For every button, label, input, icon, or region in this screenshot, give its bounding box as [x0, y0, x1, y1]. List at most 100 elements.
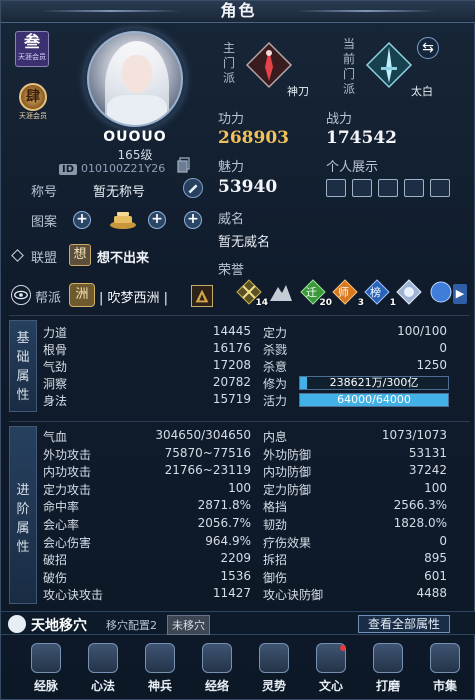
basic-left-label: 力道: [43, 326, 68, 340]
shi-honor-icon[interactable]: 师 3: [332, 279, 364, 308]
zhanli-label: 战力: [326, 112, 353, 127]
bottom-nav: 经脉 心法 神兵 经络 灵势 文心 打磨 市集: [1, 639, 475, 700]
market-icon: [430, 643, 460, 673]
advanced-attributes-tab[interactable]: 进 阶 属 性: [9, 426, 37, 604]
basic-right-label: 定力: [263, 326, 288, 340]
main-sect-name: 神刀: [287, 85, 309, 98]
gold-pattern-icon[interactable]: [108, 209, 138, 231]
nav-label: 神兵: [147, 679, 172, 693]
adv-right-label: 定力防御: [263, 482, 312, 497]
advanced-tab-char-3: 属: [16, 521, 30, 536]
nav-label: 市集: [432, 679, 457, 693]
adv-left-value: 75870~77516: [164, 445, 251, 460]
basic-left-value: 17208: [212, 358, 251, 372]
nav-label: 文心: [318, 679, 343, 693]
crystal-honor-icon[interactable]: [396, 279, 422, 305]
adv-right-label: 御伤: [263, 570, 288, 585]
nav-meridian[interactable]: 经脉: [23, 643, 69, 697]
blue-orb-honor-icon[interactable]: [428, 279, 454, 305]
add-pattern-button-3[interactable]: +: [184, 211, 202, 229]
acupoint-config[interactable]: 移穴配置2: [106, 617, 157, 633]
honor-row: 14 迁 20 师 3 榜 1: [176, 279, 472, 309]
membership-badge-glyph: 叁: [23, 32, 40, 51]
nav-market[interactable]: 市集: [422, 643, 468, 697]
adv-right-label: 攻心诀防御: [263, 588, 324, 603]
edit-title-icon[interactable]: [183, 178, 203, 198]
member-seal[interactable]: 肆 天涯会员: [17, 83, 49, 121]
xiuwei-bar-text: 238621万/300亿: [329, 376, 419, 389]
nav-scroll[interactable]: 心法: [80, 643, 126, 697]
swap-sect-button[interactable]: ⇆: [417, 37, 439, 59]
basic-left-label: 洞察: [43, 377, 68, 391]
member-seal-glyph: 肆: [19, 83, 47, 111]
adv-right-value: 4488: [416, 586, 447, 601]
nav-grid[interactable]: 经络: [194, 643, 240, 697]
gongli-label: 功力: [218, 112, 245, 127]
add-pattern-button-2[interactable]: +: [148, 211, 166, 229]
membership-badge[interactable]: 叁 天涯会员: [15, 31, 49, 67]
showcase-mount-icon[interactable]: [404, 179, 424, 197]
diamond-icon: [11, 249, 24, 262]
guild-label: 帮派: [35, 291, 62, 306]
player-level: 165级: [117, 148, 153, 162]
adv-left-label: 破伤: [43, 570, 68, 585]
zhanli-value: 174542: [326, 128, 397, 148]
tu-honor-icon[interactable]: 迁 20: [300, 279, 332, 308]
basic-left-value: 14445: [212, 324, 251, 338]
basic-tab-char-1: 基: [16, 331, 30, 346]
mountain-icon: [270, 285, 292, 301]
taibai-sect-icon[interactable]: [365, 41, 413, 89]
weapon-icon: [145, 643, 175, 673]
adv-left-label: 外功攻击: [43, 447, 92, 462]
view-all-attributes-button[interactable]: 查看全部属性: [358, 615, 450, 633]
copy-icon[interactable]: [177, 157, 191, 173]
swords-honor-icon[interactable]: 14: [236, 279, 268, 308]
basic-left-value: 15719: [212, 392, 251, 406]
adv-right-label: 疗伤效果: [263, 535, 312, 550]
title-label: 称号: [31, 185, 58, 200]
adv-left-label: 内功攻击: [43, 465, 92, 480]
showcase-chart-icon[interactable]: [378, 179, 398, 197]
showcase-label: 个人展示: [326, 160, 379, 175]
advanced-attributes-panel: 进 阶 属 性 气血 304650/304650 外功攻击 75870~77516 内功…: [9, 421, 470, 607]
character-panel: 角色 叁 天涯会员 肆 天涯会员 OUOUO 165级 ID 010100Z21Y…: [0, 0, 475, 700]
honor-label: 荣誉: [218, 263, 245, 278]
adv-right-value: 895: [424, 551, 447, 566]
hammer-icon: [373, 643, 403, 673]
add-pattern-button-1[interactable]: +: [73, 211, 91, 229]
nav-hammer[interactable]: 打磨: [365, 643, 411, 697]
nav-spirit[interactable]: 灵势: [251, 643, 297, 697]
showcase-image-icon[interactable]: [430, 179, 450, 197]
nav-weapon[interactable]: 神兵: [137, 643, 183, 697]
huoli-bar: 64000/64000: [299, 393, 449, 407]
bang-honor-icon[interactable]: 榜 1: [364, 279, 396, 308]
showcase-card-icon[interactable]: [326, 179, 346, 197]
honor-next-button[interactable]: ▶: [453, 284, 467, 304]
guild-tag: 洲: [69, 283, 95, 307]
crystal-icon: [396, 279, 422, 305]
shendao-sect-icon[interactable]: [245, 41, 293, 89]
scroll-icon: [88, 643, 118, 673]
adv-left-value: 1536: [220, 568, 251, 583]
adv-left-value: 2871.8%: [197, 498, 251, 513]
membership-badge-label: 天涯会员: [18, 53, 46, 61]
yin-yang-icon: [8, 615, 26, 633]
nav-label: 打磨: [375, 679, 400, 693]
meili-label: 魅力: [218, 160, 245, 175]
id-tag: ID: [59, 164, 78, 175]
blue-orb-icon: [430, 281, 452, 303]
weiming-label: 威名: [218, 212, 245, 227]
showcase-house-icon[interactable]: [352, 179, 372, 197]
adv-right-value: 601: [424, 568, 447, 583]
huoli-bar-text: 64000/64000: [337, 393, 411, 406]
adv-left-label: 会心伤害: [43, 535, 92, 550]
title-bar: 角色: [1, 1, 475, 23]
advanced-tab-char-2: 阶: [16, 502, 30, 517]
adv-left-label: 气血: [43, 430, 68, 444]
basic-tab-char-4: 性: [16, 388, 30, 403]
avatar[interactable]: [87, 31, 183, 127]
adv-right-value: 0: [439, 533, 447, 548]
nav-brush[interactable]: 文心: [308, 643, 354, 697]
mountain-honor-icon[interactable]: [268, 279, 294, 305]
basic-attributes-tab[interactable]: 基 础 属 性: [9, 320, 37, 412]
